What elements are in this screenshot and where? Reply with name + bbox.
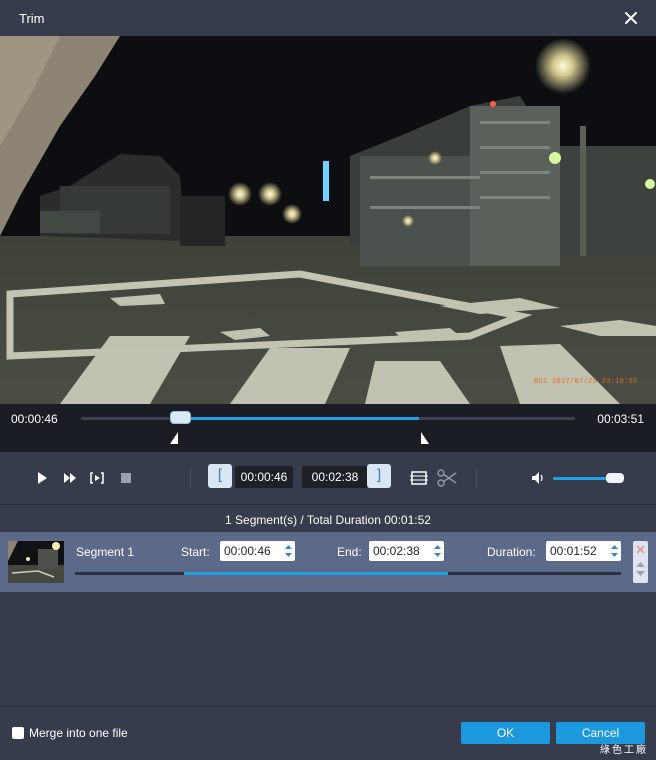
start-label: Start:: [181, 545, 210, 559]
set-end-button[interactable]: ]: [367, 464, 391, 488]
reorder-arrows-icon[interactable]: [636, 559, 645, 579]
segment-start-input[interactable]: 00:00:46: [220, 541, 295, 561]
merge-checkbox[interactable]: [12, 727, 24, 739]
merge-label: Merge into one file: [29, 726, 128, 740]
segment-start-value: 00:00:46: [224, 544, 271, 558]
crop-icon[interactable]: [409, 468, 429, 488]
volume-icon[interactable]: [530, 470, 546, 486]
segments-summary: 1 Segment(s) / Total Duration 00:01:52: [0, 504, 656, 534]
trim-timeline: 00:00:46 00:03:51: [0, 404, 656, 452]
playhead-handle[interactable]: [170, 412, 190, 423]
delete-segment-icon[interactable]: [636, 545, 645, 554]
spinner-arrows-icon[interactable]: [434, 544, 441, 558]
cut-icon[interactable]: [436, 468, 458, 488]
ok-button[interactable]: OK: [461, 722, 550, 744]
duration-label: Duration:: [487, 545, 536, 559]
timeline-track[interactable]: [81, 412, 575, 423]
segment-selection: [184, 572, 449, 575]
watermark: 綠色工廠: [600, 745, 648, 756]
spinner-arrows-icon[interactable]: [611, 544, 618, 558]
segment-side-controls: [633, 541, 648, 583]
segment-duration-input[interactable]: 00:01:52: [546, 541, 621, 561]
set-start-button[interactable]: [: [208, 464, 232, 488]
video-timestamp-overlay: B52 2017/07/25 23:10:56: [534, 378, 638, 386]
segment-row[interactable]: Segment 1 Start: 00:00:46 End: 00:02:38 …: [0, 532, 656, 592]
divider: [476, 468, 477, 488]
divider: [190, 468, 191, 488]
segment-name: Segment 1: [76, 545, 135, 559]
start-marker-handle[interactable]: [169, 432, 180, 444]
frame-step-icon[interactable]: [89, 470, 105, 486]
current-time: 00:00:46: [11, 412, 58, 426]
video-preview: B52 2017/07/25 23:10:56: [0, 36, 656, 404]
segment-duration-value: 00:01:52: [550, 544, 597, 558]
total-time: 00:03:51: [597, 412, 644, 426]
end-marker-handle[interactable]: [419, 432, 429, 444]
timeline-selection: [179, 417, 419, 420]
volume-slider-handle[interactable]: [606, 473, 624, 483]
fast-forward-icon[interactable]: [62, 470, 78, 486]
window-title: Trim: [19, 11, 45, 26]
start-time-display: 00:00:46: [235, 466, 293, 488]
close-icon[interactable]: [624, 11, 638, 25]
segment-thumbnail: [8, 541, 64, 583]
footer-divider: [0, 706, 656, 707]
segment-track: [75, 572, 621, 575]
segment-end-input[interactable]: 00:02:38: [369, 541, 444, 561]
end-time-display: 00:02:38: [302, 466, 368, 488]
end-label: End:: [337, 545, 362, 559]
title-bar: Trim: [0, 0, 656, 36]
spinner-arrows-icon[interactable]: [285, 544, 292, 558]
stop-icon[interactable]: [118, 470, 134, 486]
controls-bar: [ 00:00:46 00:02:38 ]: [0, 452, 656, 504]
play-icon[interactable]: [34, 470, 50, 486]
video-frame-image: [0, 36, 656, 404]
segment-end-value: 00:02:38: [373, 544, 420, 558]
